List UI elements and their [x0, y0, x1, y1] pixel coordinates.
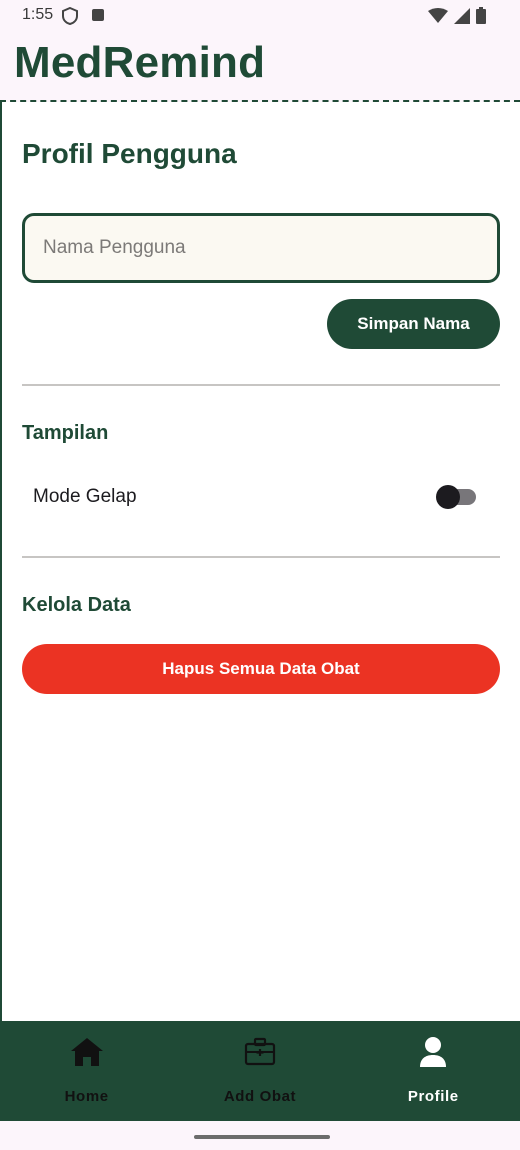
- app-title: MedRemind: [14, 38, 266, 87]
- divider: [22, 556, 500, 558]
- appearance-heading: Tampilan: [22, 422, 109, 444]
- medical-kit-icon: [243, 1035, 277, 1069]
- toggle-thumb: [436, 485, 460, 509]
- left-edge-line: [0, 102, 2, 1022]
- divider: [22, 384, 500, 386]
- name-input[interactable]: [22, 213, 500, 283]
- save-name-button[interactable]: Simpan Nama: [327, 299, 500, 349]
- nav-item-home[interactable]: Home: [0, 1021, 173, 1121]
- data-management-heading: Kelola Data: [22, 594, 131, 616]
- page-title: Profil Pengguna: [22, 138, 237, 169]
- bottom-navigation: Home Add Obat Profile: [0, 1021, 520, 1121]
- nav-label-home: Home: [64, 1088, 109, 1105]
- signal-icon: [454, 7, 470, 29]
- status-time: 1:55: [22, 6, 54, 23]
- dark-mode-label: Mode Gelap: [33, 486, 137, 507]
- gesture-area: [0, 1121, 520, 1150]
- status-bar: 1:55: [0, 0, 520, 32]
- wifi-icon: [428, 7, 448, 29]
- nav-label-add-obat: Add Obat: [223, 1088, 297, 1105]
- shield-icon: [62, 6, 78, 30]
- nav-item-profile[interactable]: Profile: [347, 1021, 520, 1121]
- notification-a-icon: [92, 9, 104, 21]
- home-icon: [70, 1035, 104, 1069]
- home-gesture-bar[interactable]: [194, 1135, 330, 1139]
- nav-item-add-obat[interactable]: Add Obat: [173, 1021, 346, 1121]
- battery-icon: [476, 7, 486, 29]
- nav-label-profile: Profile: [407, 1088, 459, 1105]
- app-bar: MedRemind: [0, 32, 520, 102]
- status-icons: [428, 7, 486, 29]
- person-icon: [416, 1035, 450, 1069]
- delete-all-data-button[interactable]: Hapus Semua Data Obat: [22, 644, 500, 694]
- dark-mode-toggle[interactable]: [436, 485, 476, 509]
